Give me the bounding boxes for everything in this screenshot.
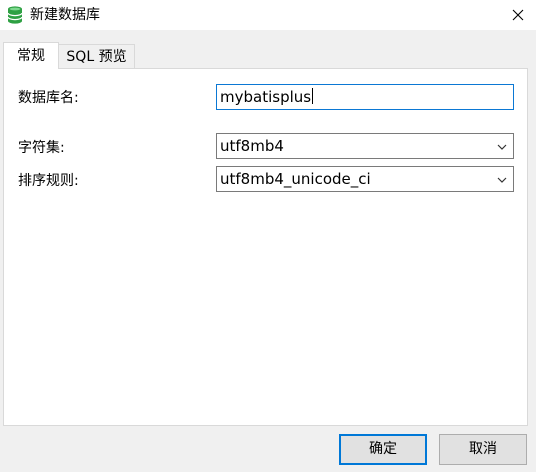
charset-label: 字符集: [18,140,65,156]
close-icon [512,9,524,21]
db-name-label: 数据库名: [18,90,79,106]
tab-sql-preview[interactable]: SQL 预览 [59,44,135,68]
collation-value: utf8mb4_unicode_ci [220,170,371,188]
db-name-value: mybatisplus [220,88,312,106]
charset-value: utf8mb4 [220,137,284,155]
database-icon [7,6,23,24]
title-bar: 新建数据库 [0,0,536,30]
chevron-down-icon [497,177,507,183]
general-panel: 数据库名: mybatisplus 字符集: utf8mb4 排序规则: utf… [3,68,528,426]
chevron-down-icon [497,144,507,150]
tab-general[interactable]: 常规 [3,42,59,69]
text-caret [312,88,314,104]
new-database-dialog: 新建数据库 常规 SQL 预览 数据库名: mybatisplus 字符集: u… [0,0,536,472]
db-name-input[interactable]: mybatisplus [216,84,514,110]
collation-select[interactable]: utf8mb4_unicode_ci [216,166,514,192]
close-button[interactable] [500,0,536,30]
ok-button[interactable]: 确定 [339,434,427,465]
window-title: 新建数据库 [30,7,100,23]
charset-select[interactable]: utf8mb4 [216,133,514,159]
collation-label: 排序规则: [18,173,79,189]
cancel-button[interactable]: 取消 [439,434,527,465]
